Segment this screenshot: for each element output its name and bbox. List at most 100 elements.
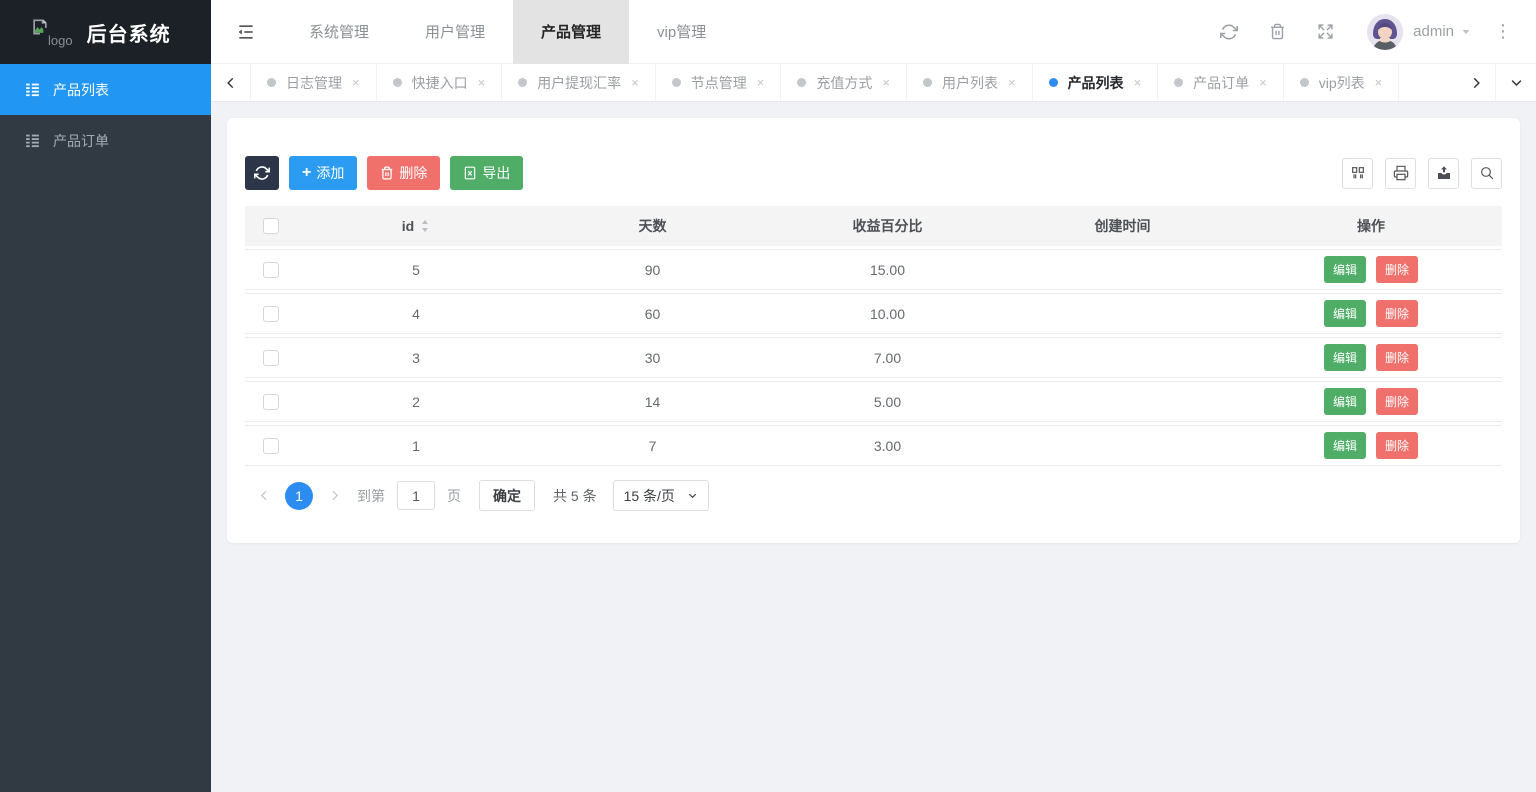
tab-user-list[interactable]: 用户列表× <box>907 64 1033 101</box>
chevron-down-icon[interactable] <box>1460 26 1472 38</box>
app-title: 后台系统 <box>87 18 171 47</box>
columns-icon[interactable] <box>1342 158 1373 189</box>
tab-withdraw-rate[interactable]: 用户提现汇率× <box>502 64 656 101</box>
select-all-checkbox[interactable] <box>263 218 279 234</box>
close-icon[interactable]: × <box>882 75 890 90</box>
nav-item-label: 产品管理 <box>541 21 601 42</box>
nav-item-label: 用户管理 <box>425 21 485 42</box>
trash-icon[interactable] <box>1253 0 1301 64</box>
cell-id: 5 <box>297 262 535 278</box>
page-number-current[interactable]: 1 <box>285 482 313 510</box>
tabbar-spacer <box>1399 64 1456 101</box>
tabs-scroll-left-icon[interactable] <box>211 64 251 101</box>
main-area: 系统管理 用户管理 产品管理 vip管理 admin <box>211 0 1536 792</box>
username[interactable]: admin <box>1413 23 1454 40</box>
nav-item-users[interactable]: 用户管理 <box>397 0 513 64</box>
edit-button[interactable]: 编辑 <box>1324 388 1366 415</box>
confirm-page-button[interactable]: 确定 <box>479 480 535 511</box>
header-created: 创建时间 <box>1005 216 1240 236</box>
table-toolbar: + 添加 删除 导出 <box>245 156 1502 190</box>
delete-row-button[interactable]: 删除 <box>1376 344 1418 371</box>
cell-days: 14 <box>535 394 770 410</box>
row-checkbox[interactable] <box>263 394 279 410</box>
sidebar-item-product-list[interactable]: 产品列表 <box>0 64 211 115</box>
delete-button-label: 删除 <box>399 163 427 183</box>
topbar: 系统管理 用户管理 产品管理 vip管理 admin <box>211 0 1536 64</box>
trash-icon <box>380 166 394 180</box>
tabs-menu-chevron-icon[interactable] <box>1496 64 1536 101</box>
export-button-label: 导出 <box>482 163 510 183</box>
table-row: 2 14 5.00 编辑 删除 <box>245 381 1502 422</box>
delete-row-button[interactable]: 删除 <box>1376 256 1418 283</box>
menu-fold-icon[interactable] <box>211 0 281 64</box>
nav-item-system[interactable]: 系统管理 <box>281 0 397 64</box>
cell-days: 7 <box>535 438 770 454</box>
close-icon[interactable]: × <box>631 75 639 90</box>
tab-node-management[interactable]: 节点管理× <box>656 64 782 101</box>
tab-recharge-method[interactable]: 充值方式× <box>781 64 907 101</box>
goto-page-input[interactable] <box>397 481 435 510</box>
tab-dot <box>1174 78 1183 87</box>
fullscreen-icon[interactable] <box>1301 0 1349 64</box>
edit-button[interactable]: 编辑 <box>1324 256 1366 283</box>
tab-dot <box>1049 78 1058 87</box>
print-icon[interactable] <box>1385 158 1416 189</box>
table-header-row: id 天数 收益百分比 创建时间 操作 <box>245 206 1502 246</box>
tabs-scroll-right-icon[interactable] <box>1456 64 1496 101</box>
tab-product-list[interactable]: 产品列表× <box>1033 64 1159 101</box>
cell-id: 4 <box>297 306 535 322</box>
close-icon[interactable]: × <box>1259 75 1267 90</box>
row-checkbox[interactable] <box>263 350 279 366</box>
edit-button[interactable]: 编辑 <box>1324 344 1366 371</box>
page-size-select[interactable]: 15 条/页 <box>613 480 709 511</box>
close-icon[interactable]: × <box>478 75 486 90</box>
prev-page-icon[interactable] <box>249 481 279 511</box>
export-file-icon[interactable] <box>1428 158 1459 189</box>
search-icon[interactable] <box>1471 158 1502 189</box>
tab-log-management[interactable]: 日志管理× <box>251 64 377 101</box>
tab-dot <box>1300 78 1309 87</box>
header-id[interactable]: id <box>297 218 535 234</box>
export-button[interactable]: 导出 <box>450 156 523 190</box>
more-vertical-icon[interactable]: ⋮ <box>1486 21 1520 42</box>
sort-icon[interactable] <box>420 219 430 233</box>
sidebar-item-product-orders[interactable]: 产品订单 <box>0 115 211 166</box>
add-button[interactable]: + 添加 <box>289 156 357 190</box>
close-icon[interactable]: × <box>1375 75 1383 90</box>
tab-dot <box>267 78 276 87</box>
close-icon[interactable]: × <box>757 75 765 90</box>
close-icon[interactable]: × <box>352 75 360 90</box>
refresh-button[interactable] <box>245 156 279 190</box>
delete-button[interactable]: 删除 <box>367 156 440 190</box>
row-checkbox[interactable] <box>263 306 279 322</box>
topbar-actions: admin ⋮ <box>1205 0 1536 64</box>
tab-strip: 日志管理× 快捷入口× 用户提现汇率× 节点管理× 充值方式× 用户列表× 产品… <box>211 64 1536 102</box>
next-page-icon[interactable] <box>319 481 349 511</box>
list-icon <box>24 132 41 149</box>
row-checkbox[interactable] <box>263 262 279 278</box>
tab-quick-entry[interactable]: 快捷入口× <box>377 64 503 101</box>
refresh-icon[interactable] <box>1205 0 1253 64</box>
close-icon[interactable]: × <box>1134 75 1142 90</box>
nav-item-vip[interactable]: vip管理 <box>629 0 734 64</box>
page-unit-label: 页 <box>447 486 461 506</box>
sidebar-header: logo 后台系统 <box>0 0 211 64</box>
nav-item-products[interactable]: 产品管理 <box>513 0 629 64</box>
row-checkbox[interactable] <box>263 438 279 454</box>
total-count-label: 共 5 条 <box>553 486 597 506</box>
header-actions: 操作 <box>1240 216 1502 236</box>
tab-vip-list[interactable]: vip列表 × <box>1284 64 1400 101</box>
table-row: 3 30 7.00 编辑 删除 <box>245 337 1502 378</box>
delete-row-button[interactable]: 删除 <box>1376 432 1418 459</box>
delete-row-button[interactable]: 删除 <box>1376 300 1418 327</box>
goto-page-label: 到第 <box>357 486 385 506</box>
delete-row-button[interactable]: 删除 <box>1376 388 1418 415</box>
cell-percent: 15.00 <box>770 262 1005 278</box>
tab-label: vip列表 <box>1319 73 1365 93</box>
avatar[interactable] <box>1367 14 1403 50</box>
close-icon[interactable]: × <box>1008 75 1016 90</box>
header-days: 天数 <box>535 216 770 236</box>
edit-button[interactable]: 编辑 <box>1324 300 1366 327</box>
edit-button[interactable]: 编辑 <box>1324 432 1366 459</box>
tab-product-orders[interactable]: 产品订单× <box>1158 64 1284 101</box>
